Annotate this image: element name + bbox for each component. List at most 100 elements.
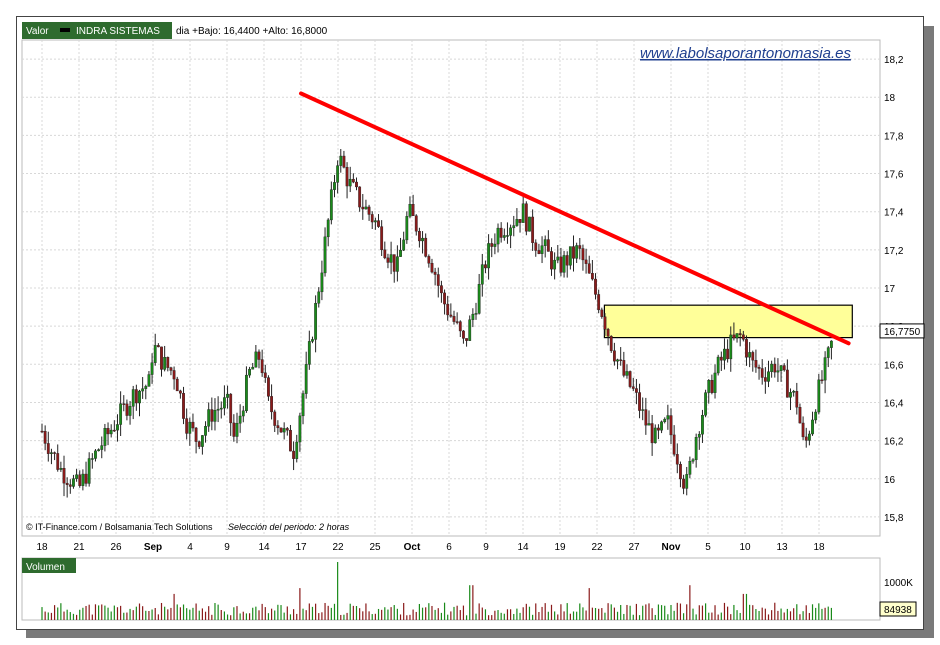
- candle-body: [597, 294, 601, 311]
- candle-body: [223, 397, 226, 409]
- candle-body: [260, 359, 264, 374]
- candle-body: [782, 365, 786, 371]
- candle-body: [487, 243, 490, 269]
- candle-body: [94, 450, 97, 459]
- y-tick-label: 16,6: [884, 360, 904, 371]
- candle-body: [320, 272, 324, 293]
- candle-body: [823, 357, 827, 381]
- candle-body: [726, 348, 730, 360]
- candle-body: [65, 482, 69, 485]
- candle-body: [754, 360, 758, 368]
- watermark-link[interactable]: www.labolsaporantonomasia.es: [640, 45, 851, 62]
- candle-body: [248, 368, 251, 376]
- candle-body: [829, 340, 833, 348]
- candle-body: [534, 242, 538, 251]
- candle-body: [719, 356, 723, 361]
- candle-body: [323, 236, 327, 274]
- candle-body: [383, 249, 387, 259]
- candle-body: [524, 203, 528, 232]
- candle-body: [817, 379, 821, 413]
- candle-body: [748, 352, 752, 358]
- candle-body: [175, 378, 179, 392]
- candle-body: [779, 365, 783, 371]
- candle-body: [285, 428, 289, 431]
- candle-body: [235, 422, 239, 437]
- candle-body: [581, 248, 585, 261]
- last-price-tag: 16,7750: [884, 327, 921, 338]
- candle-body: [90, 458, 94, 460]
- candle-body: [663, 418, 667, 423]
- candle-body: [575, 245, 579, 259]
- candle-body: [216, 408, 220, 411]
- period-text: Selección del periodo: 2 horas: [228, 522, 350, 532]
- candle-body: [273, 411, 277, 426]
- candle-body: [732, 334, 736, 339]
- candle-body: [628, 371, 632, 387]
- candle-body: [373, 220, 377, 223]
- candle-body: [603, 316, 607, 330]
- candle-body: [512, 225, 516, 229]
- candle-body: [625, 371, 629, 376]
- candle-body: [493, 243, 497, 247]
- candle-body: [691, 459, 695, 462]
- candle-body: [751, 352, 755, 361]
- candle-body: [757, 367, 761, 369]
- x-tick-label: 21: [73, 542, 85, 553]
- candle-body: [506, 235, 509, 237]
- candle-body: [760, 368, 764, 378]
- candle-body: [122, 403, 126, 405]
- x-tick-label: 14: [258, 542, 270, 553]
- candle-body: [267, 377, 270, 397]
- y-tick-label: 17,4: [884, 208, 904, 219]
- candle-body: [537, 250, 541, 254]
- candle-body: [660, 421, 663, 431]
- y-tick-label: 17: [884, 284, 896, 295]
- candle-body: [370, 214, 374, 223]
- candle-body: [361, 206, 365, 210]
- candle-body: [735, 333, 739, 339]
- candle-body: [631, 386, 635, 389]
- header-symbol: INDRA SISTEMAS: [76, 26, 160, 37]
- candle-body: [465, 338, 468, 341]
- candle-body: [399, 249, 402, 257]
- candle-body: [612, 350, 616, 362]
- candle-body: [172, 370, 176, 380]
- x-tick-label: 17: [295, 542, 307, 553]
- candle-body: [745, 339, 748, 358]
- candle-body: [355, 181, 358, 188]
- candle-body: [276, 425, 280, 429]
- candle-body: [169, 367, 173, 371]
- candle-body: [43, 431, 47, 444]
- candle-body: [194, 427, 198, 442]
- x-tick-label: 13: [776, 542, 788, 553]
- candle-body: [380, 226, 384, 251]
- candle-body: [144, 386, 148, 389]
- resistance-zone: [603, 304, 853, 339]
- x-tick-label: 5: [705, 542, 711, 553]
- candle-body: [609, 335, 613, 351]
- candle-body: [109, 429, 113, 435]
- candle-body: [204, 426, 207, 436]
- candle-body: [279, 427, 283, 433]
- candle-body: [207, 409, 211, 427]
- candle-body: [125, 403, 129, 416]
- volume-background: [21, 557, 881, 621]
- candle-body: [289, 429, 292, 452]
- price-plot: [21, 39, 881, 537]
- candle-body: [704, 392, 707, 416]
- y-tick-label: 18,2: [884, 55, 904, 66]
- candle-body: [606, 329, 610, 337]
- candle-body: [251, 366, 255, 370]
- candle-body: [304, 364, 308, 394]
- resistance-zone-layer: [603, 304, 853, 339]
- candle-body: [584, 259, 588, 264]
- candle-body: [811, 419, 814, 435]
- candle-body: [200, 435, 204, 447]
- candle-body: [672, 434, 676, 455]
- candle-body: [713, 372, 717, 393]
- stock-chart: Valor INDRA SISTEMAS dia +Bajo: 16,4400 …: [21, 22, 925, 621]
- x-tick-label: 27: [628, 542, 640, 553]
- candle-body: [62, 468, 66, 484]
- candle-body: [210, 409, 214, 422]
- candle-body: [131, 389, 135, 407]
